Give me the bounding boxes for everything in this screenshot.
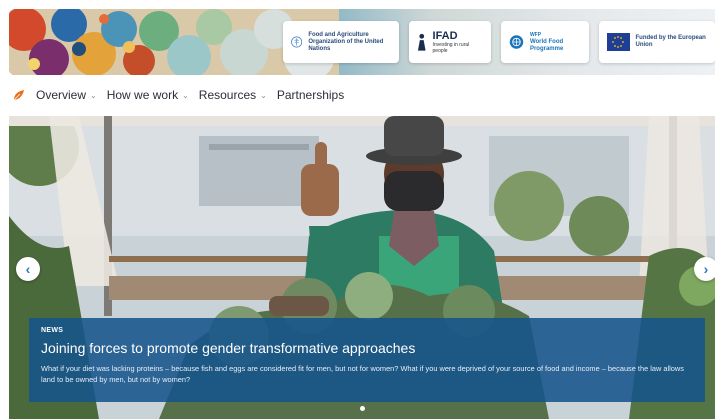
nav-item-label: Overview <box>36 88 87 102</box>
eu-flag-icon <box>607 33 630 51</box>
chevron-down-icon: ⌄ <box>182 90 189 100</box>
carousel-pagination <box>9 406 715 411</box>
nav-item-resources[interactable]: Resources ⌄ <box>199 88 267 102</box>
wfp-logo[interactable]: WFP World Food Programme <box>501 21 589 63</box>
eu-logo[interactable]: Funded by the European Union <box>599 21 715 63</box>
nav-item-overview[interactable]: Overview ⌄ <box>36 88 97 102</box>
fao-name: Food and Agriculture Organization of the… <box>308 31 384 52</box>
carousel-next-button[interactable]: › <box>694 257 715 281</box>
chevron-down-icon: ⌄ <box>90 90 97 100</box>
leaf-logo-icon[interactable] <box>12 88 26 102</box>
eu-funded-label: Funded by the European Union <box>635 35 706 48</box>
wfp-name: World Food Programme <box>529 38 564 52</box>
hero-caption-card[interactable]: NEWS Joining forces to promote gender tr… <box>29 318 705 402</box>
carousel-dot[interactable] <box>359 406 365 411</box>
site-header-banner: Food and Agriculture Organization of the… <box>9 9 715 75</box>
wfp-abbr: WFP <box>529 31 542 38</box>
nav-item-how-we-work[interactable]: How we work ⌄ <box>107 88 189 102</box>
nav-item-label: Resources <box>198 88 257 102</box>
hero-carousel: ‹ › NEWS Joining forces to promote gende… <box>9 116 715 419</box>
chevron-left-icon: ‹ <box>25 261 31 277</box>
chevron-right-icon: › <box>703 261 709 277</box>
ifad-tagline: Investing in rural people <box>432 41 470 54</box>
chevron-down-icon: ⌄ <box>260 90 267 100</box>
ifad-logo[interactable]: IFAD Investing in rural people <box>409 21 491 63</box>
ifad-figure-icon <box>417 33 426 51</box>
hero-title[interactable]: Joining forces to promote gender transfo… <box>41 340 693 356</box>
ifad-name: IFAD <box>432 29 458 42</box>
nav-item-label: How we work <box>106 88 179 102</box>
wfp-emblem-icon <box>509 35 524 49</box>
fao-logo[interactable]: Food and Agriculture Organization of the… <box>283 21 399 63</box>
hero-summary: What if your diet was lacking proteins –… <box>41 364 684 384</box>
nav-item-partnerships[interactable]: Partnerships <box>277 88 344 102</box>
news-tag: NEWS <box>41 327 64 334</box>
carousel-prev-button[interactable]: ‹ <box>16 257 40 281</box>
fao-emblem-icon <box>291 36 303 48</box>
main-navigation: Overview ⌄ How we work ⌄ Resources ⌄ Par… <box>12 84 348 106</box>
nav-item-label: Partnerships <box>276 88 345 102</box>
